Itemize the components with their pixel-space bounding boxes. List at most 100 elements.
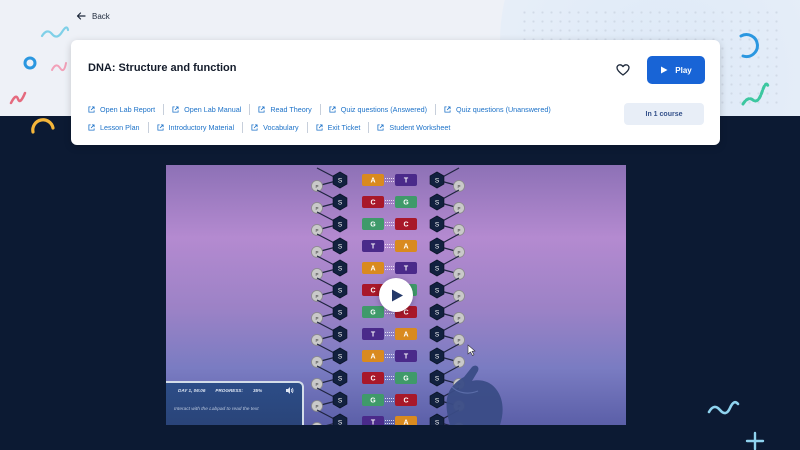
hud-progress-value: 35% [253,388,263,393]
base-right-label: C [403,222,408,229]
base-left-label: T [371,244,376,251]
external-link-icon [258,105,265,113]
resource-links-row: Lesson Plan Introductory Material Vocabula… [88,118,608,136]
phosphate-label: P [315,250,318,255]
phosphate-label: P [457,184,460,189]
resource-link-label: Open Lab Manual [184,104,242,114]
sugar-label: S [435,288,440,295]
squiggle-decoration [51,62,67,72]
phosphate-label: P [457,228,460,233]
base-left-label: G [370,222,376,229]
resource-link-label: Quiz questions (Unanswered) [456,104,551,114]
base-left-label: T [371,332,376,339]
resource-link-label: Quiz questions (Answered) [340,104,428,114]
base-right-label: A [403,420,408,426]
base-left-label: A [370,266,375,273]
external-link-icon [377,123,384,131]
link-separator [147,121,149,133]
video-player[interactable]: P P S S A T P P S S C G P P S S G C P P S S T A P P S S A T P P S S C G P P S S… [166,165,626,425]
heart-icon[interactable] [616,63,630,77]
sugar-label: S [435,222,440,229]
phosphate-label: P [457,250,460,255]
resource-link-label: Vocabulary [263,122,299,132]
resource-link[interactable]: Exit Ticket [316,122,361,132]
sugar-label: S [338,266,343,273]
squiggle-decoration [9,91,27,105]
base-right-label: A [403,332,408,339]
external-link-icon [329,105,336,113]
video-play-button[interactable] [379,278,413,312]
phosphate-label: P [315,206,318,211]
phosphate-label: P [315,404,318,409]
phosphate-label: P [457,272,460,277]
link-separator [435,103,437,115]
course-count-badge[interactable]: In 1 course [624,103,704,125]
external-link-icon [444,105,451,113]
resource-link[interactable]: Introductory Material [157,123,234,132]
back-button[interactable]: Back [76,11,110,21]
phosphate-label: P [457,294,460,299]
external-link-icon [157,123,164,131]
resource-links-row: Open Lab Report Open Lab Manual Read Theor… [88,100,608,118]
resource-link[interactable]: Open Lab Report [88,105,155,114]
sugar-label: S [338,288,343,295]
resource-link-label: Student Worksheet [389,122,451,132]
simulation-info-card: DNA: Structure and function Play Open La… [71,40,720,145]
play-button[interactable]: Play [647,56,705,84]
sugar-label: S [338,244,343,251]
link-separator [319,103,321,115]
sugar-label: S [338,200,343,207]
phosphate-label: P [315,316,318,321]
resource-link[interactable]: Quiz questions (Answered) [329,105,427,114]
link-separator [306,121,308,133]
resource-link[interactable]: Student Worksheet [377,123,450,132]
base-left-label: C [370,376,375,383]
sugar-label: S [338,222,343,229]
external-link-icon [88,105,95,113]
resource-links: Open Lab Report Open Lab Manual Read Theor… [88,100,608,136]
sugar-label: S [338,398,343,405]
link-separator [242,121,244,133]
resource-link[interactable]: Open Lab Manual [172,105,241,114]
play-button-label: Play [675,65,692,75]
sugar-label: S [435,266,440,273]
phosphate-label: P [457,206,460,211]
resource-link-label: Exit Ticket [327,122,361,132]
resource-link-label: Open Lab Report [100,104,156,114]
resource-link[interactable]: Quiz questions (Unanswered) [444,105,551,114]
phosphate-group [311,422,323,425]
resource-link-label: Read Theory [270,104,312,114]
squiggle-decoration [707,400,740,415]
arc-decoration [31,118,55,134]
base-right-label: C [403,398,408,405]
resource-link[interactable]: Lesson Plan [88,123,140,132]
hud-progress-label: PROGRESS: [215,388,243,393]
external-link-icon [251,123,258,131]
back-label: Back [92,11,110,21]
external-link-icon [316,123,323,131]
phosphate-label: P [315,228,318,233]
resource-link-label: Lesson Plan [100,122,140,132]
base-right-label: T [404,266,409,273]
resource-link[interactable]: Read Theory [258,104,312,114]
phosphate-label: P [315,294,318,299]
play-icon [392,289,403,301]
link-separator [163,103,165,115]
resource-link[interactable]: Vocabulary [251,123,299,132]
base-left-label: A [370,354,375,361]
base-right-label: G [403,376,409,383]
speaker-icon[interactable] [285,386,294,395]
play-icon [661,66,668,74]
ring-decoration [23,56,37,70]
mouse-cursor-icon [467,344,476,356]
sugar-label: S [338,354,343,361]
base-right-label: C [403,310,408,317]
plus-decoration [745,431,765,450]
link-separator [368,121,370,133]
base-left-label: C [370,200,375,207]
labpad-hud[interactable]: DAY 1, 06:06 PROGRESS: 35% Interact with… [166,381,304,425]
base-right-label: A [403,244,408,251]
phosphate-label: P [457,316,460,321]
sugar-label: S [435,200,440,207]
phosphate-label: P [315,338,318,343]
